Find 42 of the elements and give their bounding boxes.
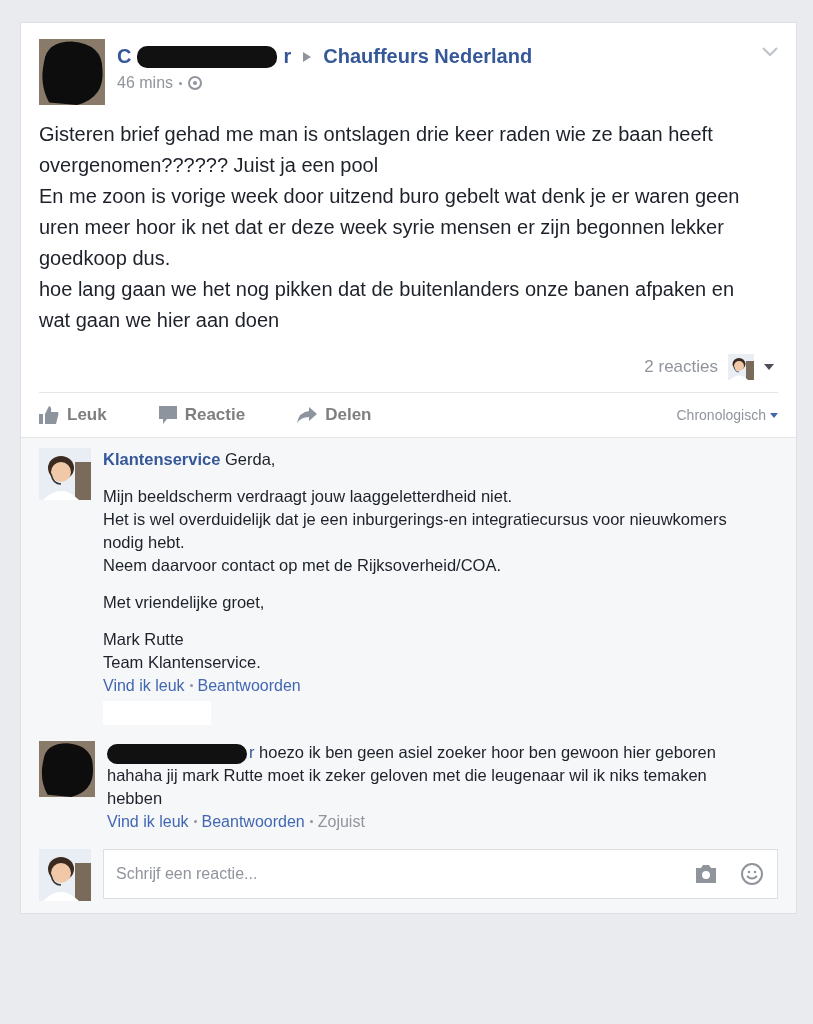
avatar bbox=[39, 849, 91, 901]
globe-icon bbox=[188, 76, 203, 90]
commenter-name[interactable]: Klantenservice bbox=[103, 450, 221, 468]
speech-bubble-icon bbox=[158, 406, 177, 424]
comment-text: Met vriendelijke groet, bbox=[103, 592, 266, 613]
post-text: hoe lang gaan we het nog pikken dat de buitenlanders onze banen afpaken en wat gaan we hier aan doen bbox=[39, 277, 735, 333]
share-button[interactable]: Delen bbox=[297, 405, 372, 425]
reply-link[interactable]: Beantwoorden bbox=[197, 674, 301, 697]
post-time[interactable]: 46 mins bbox=[117, 74, 174, 92]
comment-text: Mark Rutte bbox=[103, 629, 185, 650]
thumbs-up-icon bbox=[39, 406, 59, 424]
reply-link[interactable]: Beantwoorden bbox=[201, 810, 305, 833]
post-text: En me zoon is vorige week door uitzend buro gebelt wat denk je er waren geen uren meer hoor ik net dat er deze week syrie mensen er zijn begonnen lekker goedkoop dus. bbox=[39, 184, 741, 271]
comment-text: Gerda, bbox=[225, 450, 276, 468]
author-name[interactable]: C bbox=[117, 45, 132, 68]
smiley-icon[interactable] bbox=[740, 862, 764, 886]
share-arrow-icon bbox=[297, 407, 318, 423]
comment-text: hahaha jij mark Rutte moet ik zeker geloven met die leugenaar wil ik niks temaken hebben bbox=[107, 765, 708, 809]
reaction-count[interactable]: 2 reacties bbox=[644, 357, 718, 377]
comment-time[interactable]: Zojuist bbox=[317, 810, 365, 833]
avatar bbox=[728, 354, 754, 380]
comment-text: Mijn beeldscherm verdraagt jouw laaggeletterdheid niet. bbox=[103, 486, 514, 507]
comment-field[interactable]: Schrijf een reactie... bbox=[103, 849, 778, 899]
post-text: Gisteren brief gehad me man is ontslagen drie keer raden wie ze baan heeft overgenomen?????? Juist ja een pool bbox=[39, 122, 714, 178]
triangle-icon bbox=[303, 51, 312, 62]
avatar bbox=[39, 448, 91, 500]
like-button[interactable]: Leuk bbox=[39, 405, 107, 425]
comment-text: hoezo ik ben geen asiel zoeker hoor ben gewoon hier geboren bbox=[259, 743, 716, 761]
comment-text: Neem daarvoor contact op met de Rijksoverheid/COA. bbox=[103, 555, 502, 576]
chevron-down-icon[interactable] bbox=[762, 47, 778, 57]
commenter-name[interactable]: r bbox=[249, 743, 255, 761]
sort-dropdown[interactable]: Chronologisch bbox=[676, 407, 778, 423]
like-link[interactable]: Vind ik leuk bbox=[103, 674, 185, 697]
comment-button[interactable]: Reactie bbox=[158, 405, 246, 425]
comment-text: Team Klantenservice. bbox=[103, 652, 262, 673]
comment-text: Het is wel overduidelijk dat je een inburgerings-en integratiecursus voor nieuwkomers nodig hebt. bbox=[103, 509, 728, 553]
redacted-avatar bbox=[39, 39, 105, 105]
author-name[interactable]: r bbox=[283, 45, 292, 68]
caret-icon bbox=[770, 412, 778, 418]
caret-icon[interactable] bbox=[764, 364, 774, 370]
like-link[interactable]: Vind ik leuk bbox=[107, 810, 189, 833]
group-link[interactable]: Chauffeurs Nederland bbox=[323, 45, 533, 68]
